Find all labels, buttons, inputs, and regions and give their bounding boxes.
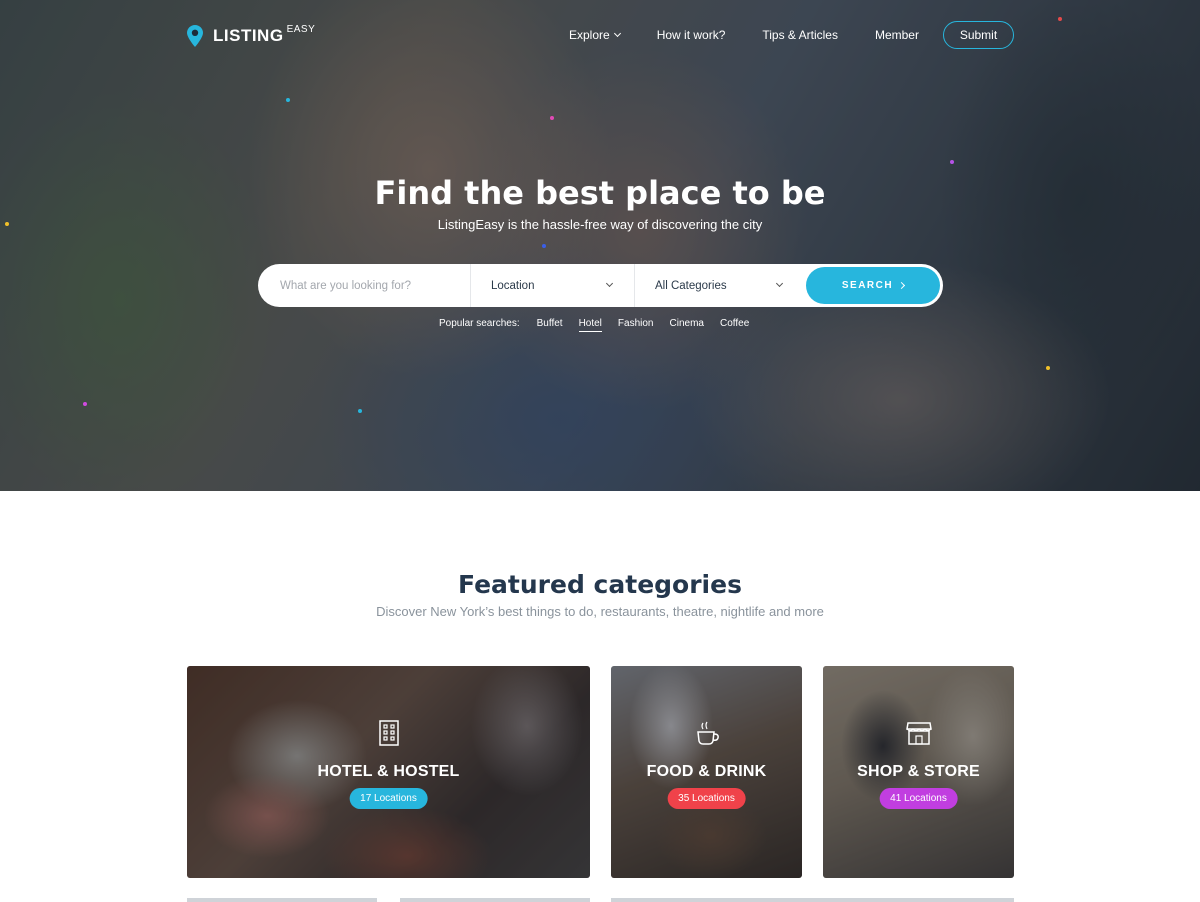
popular-search-link[interactable]: Buffet bbox=[537, 318, 563, 332]
category-name: SHOP & STORE bbox=[857, 763, 980, 780]
category-card-hotel[interactable]: HOTEL & HOSTEL 17 Locations bbox=[187, 666, 590, 878]
nav-item-tips-articles[interactable]: Tips & Articles bbox=[762, 21, 838, 49]
location-count-badge: 41 Locations bbox=[879, 788, 958, 809]
location-select[interactable]: Location bbox=[470, 264, 634, 307]
popular-search-link[interactable]: Cinema bbox=[670, 318, 704, 332]
chevron-down-icon bbox=[613, 29, 621, 38]
chevron-down-icon bbox=[775, 279, 784, 288]
featured-subtitle: Discover New York’s best things to do, r… bbox=[376, 604, 824, 619]
decorative-dot bbox=[286, 98, 290, 102]
decorative-dot bbox=[542, 244, 546, 248]
site-logo[interactable]: LISTING EASY bbox=[187, 24, 316, 47]
submit-button[interactable]: Submit bbox=[943, 21, 1014, 49]
decorative-dot bbox=[1046, 366, 1050, 370]
category-name: HOTEL & HOSTEL bbox=[317, 763, 460, 780]
search-input[interactable] bbox=[258, 264, 470, 307]
category-select-value: All Categories bbox=[655, 279, 727, 292]
decorative-dot bbox=[358, 409, 362, 413]
decorative-dot bbox=[550, 116, 554, 120]
location-count-badge: 17 Locations bbox=[349, 788, 428, 809]
next-row-card-edge bbox=[400, 898, 590, 902]
logo-text: LISTING bbox=[213, 26, 284, 45]
search-button-label: SEARCH bbox=[841, 280, 894, 291]
location-select-value: Location bbox=[491, 279, 535, 292]
nav-item-how-it-work[interactable]: How it work? bbox=[657, 21, 726, 49]
nav-item-label: Explore bbox=[569, 28, 610, 42]
popular-searches-label: Popular searches: bbox=[439, 318, 520, 329]
search-button[interactable]: SEARCH bbox=[806, 267, 940, 304]
category-select[interactable]: All Categories bbox=[634, 264, 804, 307]
category-card-food[interactable]: FOOD & DRINK 35 Locations bbox=[611, 666, 802, 878]
popular-search-link[interactable]: Coffee bbox=[720, 318, 749, 332]
category-name: FOOD & DRINK bbox=[646, 763, 767, 780]
hero-title: Find the best place to be bbox=[374, 174, 826, 212]
location-count-badge: 35 Locations bbox=[667, 788, 746, 809]
nav-item-label: Tips & Articles bbox=[762, 28, 838, 42]
nav-item-label: How it work? bbox=[656, 28, 726, 42]
hero-subtitle: ListingEasy is the hassle-free way of di… bbox=[437, 217, 763, 232]
chevron-down-icon bbox=[605, 279, 614, 288]
main-nav: Explore How it work? Tips & Articles Mem… bbox=[555, 21, 956, 49]
search-bar: Location All Categories SEARCH bbox=[258, 264, 943, 307]
coffee-cup-icon bbox=[696, 721, 719, 745]
hero-section: LISTING EASY Explore How it work? Tips &… bbox=[0, 0, 1200, 491]
decorative-dot bbox=[1058, 17, 1062, 21]
next-row-card-edge bbox=[611, 898, 1014, 902]
nav-item-member[interactable]: Member bbox=[875, 21, 919, 49]
popular-search-link-active[interactable]: Hotel bbox=[578, 318, 602, 332]
nav-item-label: Member bbox=[874, 28, 919, 42]
building-icon bbox=[378, 720, 399, 746]
category-card-shop[interactable]: SHOP & STORE 41 Locations bbox=[823, 666, 1014, 878]
featured-title: Featured categories bbox=[458, 570, 742, 599]
map-pin-icon bbox=[187, 25, 203, 47]
logo-superscript: EASY bbox=[286, 24, 316, 35]
decorative-dot bbox=[83, 402, 87, 406]
next-row-card-edge bbox=[187, 898, 377, 902]
decorative-dot bbox=[950, 160, 954, 164]
chevron-right-icon bbox=[898, 281, 906, 290]
nav-item-explore[interactable]: Explore bbox=[569, 21, 621, 49]
storefront-icon bbox=[905, 722, 932, 745]
popular-search-link[interactable]: Fashion bbox=[618, 318, 654, 332]
popular-searches: Popular searches: Buffet Hotel Fashion C… bbox=[439, 318, 765, 332]
